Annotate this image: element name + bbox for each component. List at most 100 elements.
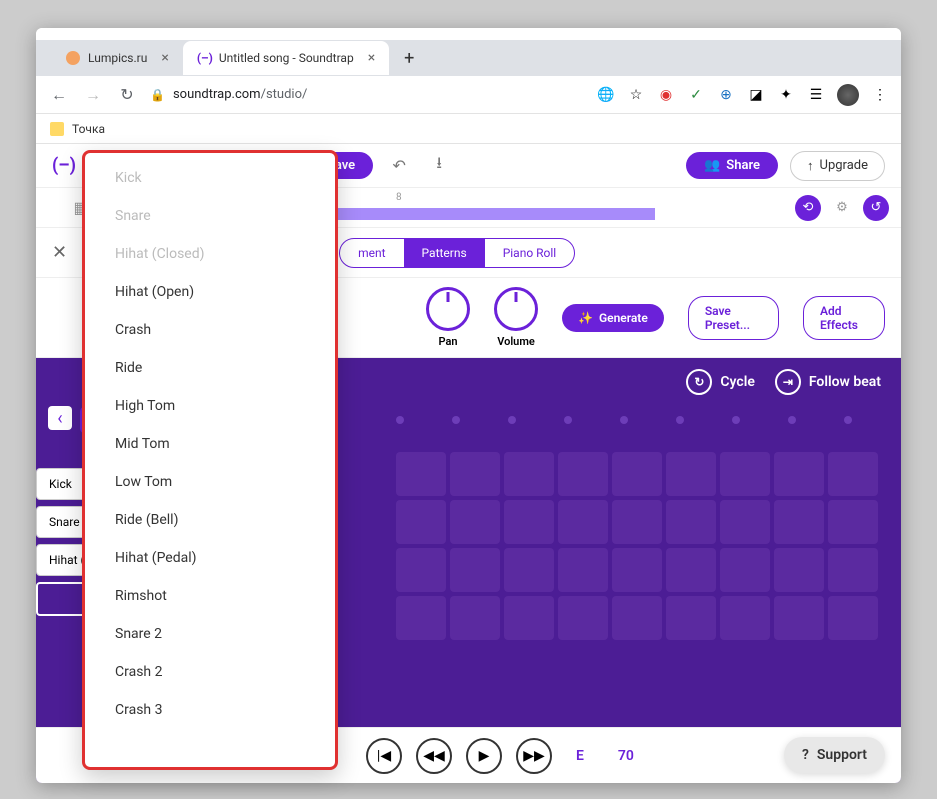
volume-knob[interactable]: Volume [494, 287, 538, 348]
dropdown-item[interactable]: Mid Tom [85, 425, 335, 463]
translate-icon[interactable]: 🌐 [597, 86, 615, 104]
close-editor-button[interactable]: ✕ [52, 242, 67, 263]
pattern-cell[interactable] [774, 500, 824, 544]
pattern-cell[interactable] [720, 548, 770, 592]
app-logo[interactable]: (–) [52, 155, 76, 176]
rewind-button[interactable]: |◀ [366, 738, 402, 774]
pattern-cell[interactable] [828, 548, 878, 592]
fast-back-button[interactable]: ◀◀ [416, 738, 452, 774]
ext-icon[interactable]: ⊕ [717, 86, 735, 104]
save-preset-button[interactable]: Save Preset... [688, 296, 779, 340]
pan-knob[interactable]: Pan [426, 287, 470, 348]
pattern-cell[interactable] [612, 548, 662, 592]
ext-icon[interactable]: ◪ [747, 86, 765, 104]
extensions-icon[interactable]: ✦ [777, 86, 795, 104]
dropdown-item[interactable]: Crash [85, 311, 335, 349]
add-effects-button[interactable]: Add Effects [803, 296, 885, 340]
follow-beat-toggle[interactable]: ⇥Follow beat [775, 369, 881, 395]
url-field[interactable]: 🔒 soundtrap.com/studio/ [150, 87, 585, 102]
star-icon[interactable]: ☆ [627, 86, 645, 104]
pattern-cell[interactable] [612, 500, 662, 544]
cycle-toggle[interactable]: ↻Cycle [686, 369, 755, 395]
pattern-cell[interactable] [774, 548, 824, 592]
pattern-cell[interactable] [612, 452, 662, 496]
pattern-cell[interactable] [396, 548, 446, 592]
tab-patterns[interactable]: Patterns [404, 239, 485, 267]
dropdown-item[interactable]: Hihat (Closed) [85, 235, 335, 273]
reading-list-icon[interactable]: ☰ [807, 86, 825, 104]
key-display[interactable]: E [576, 748, 584, 764]
fast-forward-button[interactable]: ▶▶ [516, 738, 552, 774]
dropdown-item[interactable]: Kick [85, 159, 335, 197]
pattern-cell[interactable] [450, 548, 500, 592]
dropdown-item[interactable]: High Tom [85, 387, 335, 425]
back-button[interactable]: ← [48, 85, 70, 105]
pattern-cell[interactable] [666, 596, 716, 640]
download-button[interactable]: ⭳ [425, 152, 453, 180]
dropdown-item[interactable]: Ride (Bell) [85, 501, 335, 539]
dropdown-item[interactable]: Rimshot [85, 577, 335, 615]
pattern-cell[interactable] [396, 596, 446, 640]
pattern-cell[interactable] [504, 500, 554, 544]
gear-icon[interactable]: ⚙ [829, 195, 855, 221]
dropdown-item[interactable]: Hihat (Pedal) [85, 539, 335, 577]
profile-avatar[interactable] [837, 84, 859, 106]
ext-icon[interactable]: ✓ [687, 86, 705, 104]
pattern-cell[interactable] [450, 452, 500, 496]
pattern-cell[interactable] [828, 596, 878, 640]
close-icon[interactable]: × [368, 50, 375, 66]
dropdown-item[interactable]: Crash 3 [85, 691, 335, 729]
upgrade-button[interactable]: ↑Upgrade [790, 151, 885, 181]
tempo-display[interactable]: 70 [618, 748, 634, 764]
tab-pianoroll[interactable]: Piano Roll [485, 239, 575, 267]
undo-button[interactable]: ↶ [385, 152, 413, 180]
reload-button[interactable]: ↻ [116, 85, 138, 104]
generate-button[interactable]: ✨Generate [562, 304, 664, 332]
pattern-cell[interactable] [504, 596, 554, 640]
share-button[interactable]: 👥Share [686, 152, 778, 179]
pattern-cell[interactable] [828, 500, 878, 544]
pattern-cell[interactable] [558, 548, 608, 592]
pattern-cell[interactable] [666, 548, 716, 592]
pattern-cell[interactable] [666, 452, 716, 496]
pattern-cell[interactable] [774, 452, 824, 496]
tab-lumpics[interactable]: Lumpics.ru × [52, 41, 183, 75]
close-icon[interactable]: × [161, 50, 168, 66]
bookmark-item[interactable]: Точка [72, 122, 105, 136]
support-button[interactable]: ? Support [784, 737, 885, 773]
dropdown-item[interactable]: Ride [85, 349, 335, 387]
play-button[interactable]: ▶ [466, 738, 502, 774]
pattern-cell[interactable] [504, 548, 554, 592]
history-icon[interactable]: ↺ [863, 195, 889, 221]
loop-icon[interactable]: ⟲ [795, 195, 821, 221]
dropdown-item[interactable]: Snare [85, 197, 335, 235]
dropdown-item[interactable]: Snare 2 [85, 615, 335, 653]
pattern-cell[interactable] [828, 452, 878, 496]
pattern-cell[interactable] [450, 500, 500, 544]
menu-icon[interactable]: ⋮ [871, 86, 889, 104]
tab-title: Untitled song - Soundtrap [219, 51, 354, 65]
pattern-cell[interactable] [720, 500, 770, 544]
pattern-cell[interactable] [558, 500, 608, 544]
dropdown-item[interactable]: Low Tom [85, 463, 335, 501]
pattern-cell[interactable] [774, 596, 824, 640]
dropdown-item[interactable]: Hihat (Open) [85, 273, 335, 311]
ext-icon[interactable]: ◉ [657, 86, 675, 104]
pattern-cell[interactable] [504, 452, 554, 496]
prev-button[interactable]: ‹ [48, 406, 72, 430]
pattern-cell[interactable] [720, 596, 770, 640]
tab-instrument[interactable]: ment [340, 239, 403, 267]
new-tab-button[interactable]: + [397, 46, 421, 70]
pattern-cell[interactable] [666, 500, 716, 544]
pattern-cell[interactable] [396, 500, 446, 544]
pattern-cell[interactable] [720, 452, 770, 496]
pattern-cell[interactable] [558, 452, 608, 496]
forward-button[interactable]: → [82, 85, 104, 105]
pattern-cell[interactable] [450, 596, 500, 640]
drum-sound-dropdown[interactable]: Kick Snare Hihat (Closed) Hihat (Open) C… [82, 150, 338, 770]
pattern-cell[interactable] [612, 596, 662, 640]
tab-soundtrap[interactable]: (–) Untitled song - Soundtrap × [183, 41, 389, 75]
pattern-cell[interactable] [396, 452, 446, 496]
pattern-cell[interactable] [558, 596, 608, 640]
dropdown-item[interactable]: Crash 2 [85, 653, 335, 691]
